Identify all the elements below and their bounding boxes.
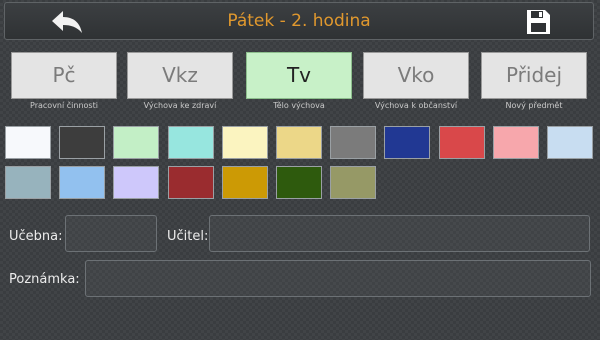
color-swatch-11[interactable] <box>5 166 51 199</box>
subject-label-1: Výchova ke zdraví <box>143 101 217 110</box>
ucitel-input[interactable] <box>209 215 590 252</box>
page-title: Pátek - 2. hodina <box>227 11 371 31</box>
color-swatch-16[interactable] <box>276 166 322 199</box>
save-button[interactable] <box>523 8 553 36</box>
top-bar: Pátek - 2. hodina <box>4 2 594 40</box>
color-swatch-4[interactable] <box>221 126 268 159</box>
color-swatch-1[interactable] <box>59 126 106 159</box>
color-swatch-14[interactable] <box>167 166 214 199</box>
subject-button-1[interactable]: Vkz <box>127 52 233 99</box>
poznamka-label: Poznámka: <box>9 272 80 287</box>
ucebna-input[interactable] <box>65 215 157 252</box>
color-swatch-10[interactable] <box>547 126 593 159</box>
color-swatch-17[interactable] <box>330 166 377 199</box>
color-swatch-8[interactable] <box>438 126 485 159</box>
color-swatch-13[interactable] <box>113 166 160 199</box>
color-swatch-9[interactable] <box>492 126 539 159</box>
color-swatch-6[interactable] <box>330 126 377 159</box>
color-swatch-5[interactable] <box>276 126 322 159</box>
subject-button-4[interactable]: Přidej <box>481 52 587 99</box>
color-swatch-12[interactable] <box>59 166 106 199</box>
color-swatch-15[interactable] <box>221 166 268 199</box>
ucitel-label: Učitel: <box>167 229 209 244</box>
poznamka-input[interactable] <box>85 260 591 297</box>
color-swatch-2[interactable] <box>113 126 160 159</box>
color-swatch-7[interactable] <box>384 126 431 159</box>
subject-button-0[interactable]: Pč <box>11 52 117 99</box>
color-swatch-3[interactable] <box>167 126 214 159</box>
subject-button-2[interactable]: Tv <box>246 52 352 99</box>
subject-label-0: Pracovní činnosti <box>30 101 98 110</box>
ucebna-label: Učebna: <box>9 229 63 244</box>
subject-button-3[interactable]: Vko <box>363 52 469 99</box>
save-disk-icon <box>527 10 550 34</box>
subject-label-3: Výchova k občanství <box>374 101 458 110</box>
subject-label-2: Tělo výchova <box>273 101 325 110</box>
subject-label-4: Nový předmět <box>505 101 563 110</box>
color-swatch-0[interactable] <box>5 126 51 159</box>
